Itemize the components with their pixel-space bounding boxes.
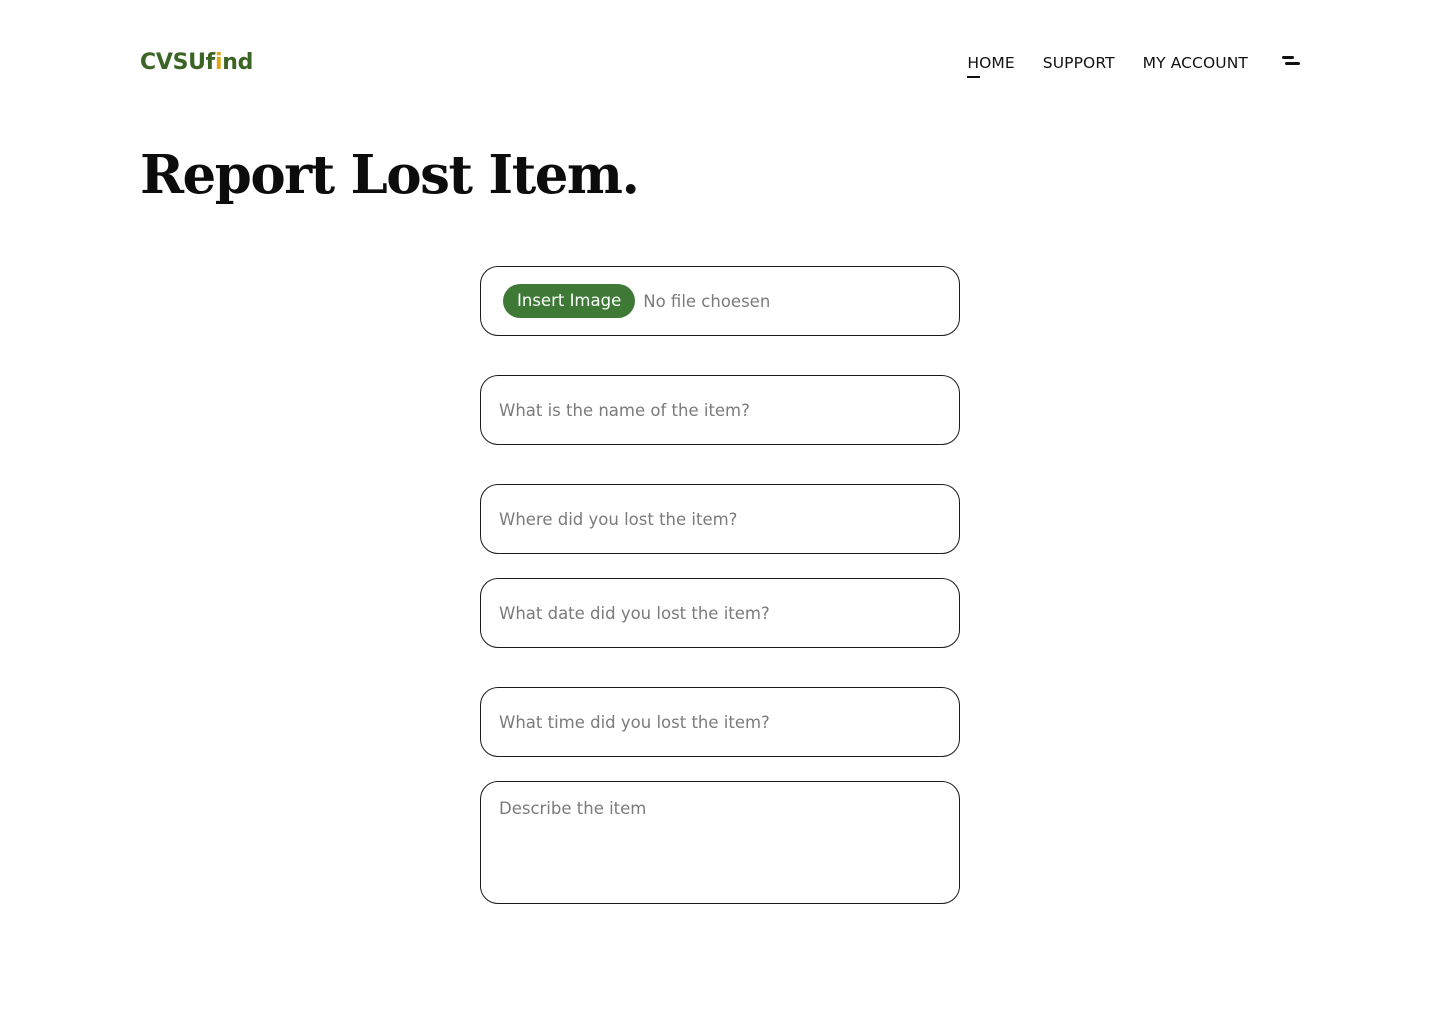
- menu-icon[interactable]: [1282, 56, 1300, 72]
- description-field-wrapper: [480, 781, 960, 904]
- file-status-text: No file choesen: [643, 291, 771, 311]
- time-field-wrapper: [480, 687, 960, 757]
- time-input[interactable]: [481, 688, 959, 756]
- insert-image-button[interactable]: Insert Image: [503, 284, 636, 318]
- menu-icon-bar-top: [1282, 56, 1294, 59]
- logo-text-part1: CVSUf: [140, 50, 215, 75]
- site-header: CVSUfind HOME SUPPORT MY ACCOUNT: [140, 44, 1300, 84]
- nav-my-account[interactable]: MY ACCOUNT: [1143, 52, 1248, 74]
- nav-support[interactable]: SUPPORT: [1043, 52, 1115, 74]
- item-name-input[interactable]: [481, 376, 959, 444]
- image-upload-field[interactable]: Insert Image No file choesen: [480, 266, 960, 336]
- item-name-field-wrapper: [480, 375, 960, 445]
- location-field-wrapper: [480, 484, 960, 554]
- logo-text-part2: nd: [222, 50, 254, 75]
- menu-icon-bar-bottom: [1285, 62, 1300, 65]
- nav-home[interactable]: HOME: [967, 52, 1015, 78]
- description-textarea[interactable]: [481, 782, 959, 903]
- main-nav: HOME SUPPORT MY ACCOUNT: [967, 52, 1248, 78]
- page-title: Report Lost Item.: [140, 144, 640, 206]
- logo[interactable]: CVSUfind: [140, 50, 253, 76]
- date-field-wrapper: [480, 578, 960, 648]
- date-input[interactable]: [481, 579, 959, 647]
- location-input[interactable]: [481, 485, 959, 553]
